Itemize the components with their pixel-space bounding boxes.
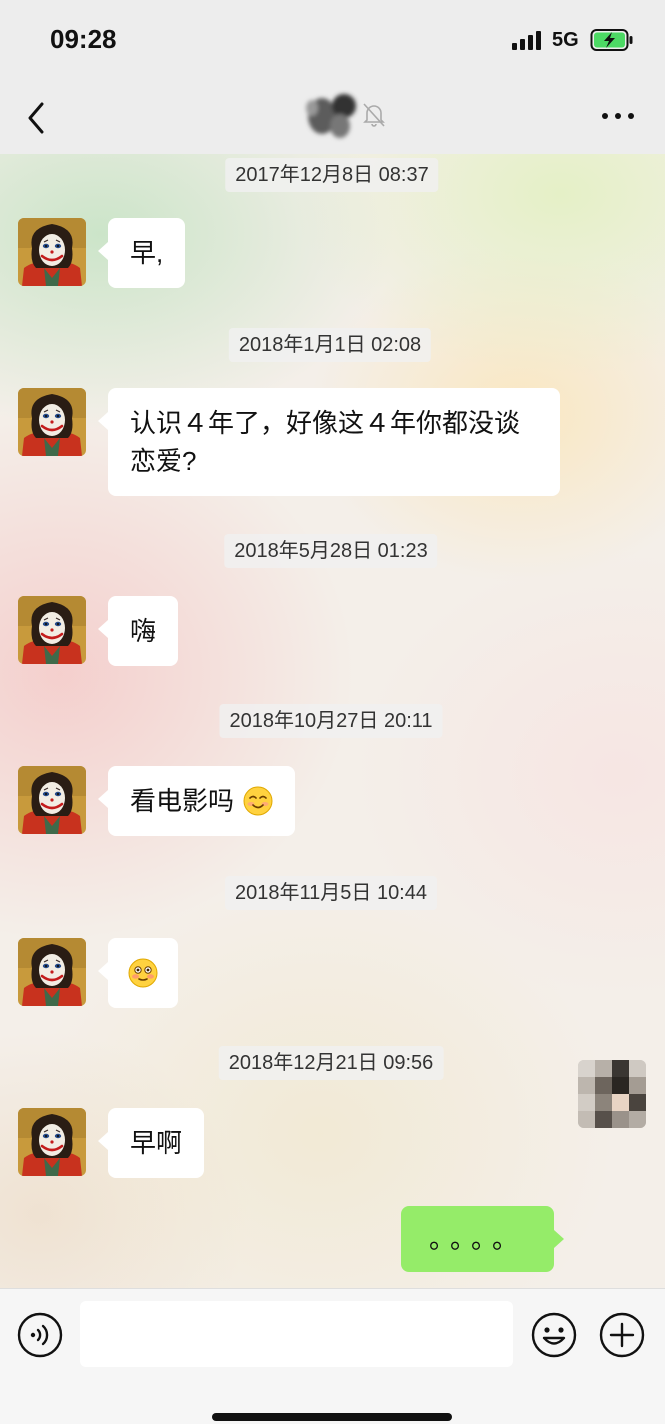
- contact-avatar[interactable]: [18, 766, 86, 834]
- network-label: 5G: [552, 29, 579, 51]
- status-time: 09:28: [50, 24, 117, 54]
- message-bubble[interactable]: [98, 938, 178, 1008]
- message-bubble[interactable]: 早,: [97, 218, 186, 288]
- message-bubble[interactable]: 早啊: [97, 1108, 205, 1178]
- message-text-line: 恋爱?: [130, 446, 197, 476]
- message-text: 看电影吗: [130, 786, 235, 816]
- message-timestamp: 2018年11月5日 10:44: [225, 876, 437, 910]
- smiling-face-icon: [243, 786, 273, 816]
- contact-name-redacted: [306, 94, 356, 138]
- home-indicator: [212, 1413, 452, 1421]
- message-bubble[interactable]: 嗨: [97, 596, 179, 666]
- signal-icon: [512, 31, 541, 50]
- chat-header: [0, 80, 665, 154]
- message-timestamp: 2018年10月27日 20:11: [219, 704, 443, 738]
- message-timestamp: 2018年5月28日 01:23: [224, 534, 438, 568]
- message-timestamp: 2018年1月1日 02:08: [228, 328, 432, 362]
- back-icon[interactable]: [22, 98, 52, 138]
- contact-avatar[interactable]: [18, 596, 86, 664]
- contact-avatar[interactable]: [18, 388, 86, 456]
- my-avatar[interactable]: [578, 1060, 646, 1128]
- contact-avatar[interactable]: [18, 938, 86, 1006]
- chat-area[interactable]: 2017年12月8日 08:37 早, 2018年1月1日 02:08 认识４年…: [0, 154, 665, 1288]
- status-bar: 09:28 5G: [0, 0, 665, 80]
- flushed-face-icon: [128, 958, 158, 988]
- message-bubble[interactable]: 看电影吗: [97, 766, 296, 836]
- input-bar: [0, 1288, 665, 1424]
- message-text-line: 认识４年了，好像这４年你都没谈: [130, 408, 521, 438]
- plus-icon[interactable]: [598, 1311, 646, 1359]
- message-input[interactable]: [80, 1301, 513, 1367]
- message-timestamp: 2018年12月21日 09:56: [218, 1046, 444, 1080]
- emoji-icon[interactable]: [530, 1311, 578, 1359]
- contact-avatar[interactable]: [18, 1108, 86, 1176]
- battery-charging-icon: [590, 29, 633, 51]
- message-timestamp: 2017年12月8日 08:37: [225, 158, 439, 192]
- message-text: 早啊: [130, 1128, 183, 1158]
- message-text: 嗨: [130, 616, 157, 646]
- message-bubble[interactable]: 认识４年了，好像这４年你都没谈 恋爱?: [98, 388, 560, 496]
- mute-icon: [363, 103, 385, 127]
- message-text: 早,: [130, 238, 164, 268]
- my-message-bubble[interactable]: 。。。。: [400, 1206, 565, 1272]
- my-message-text: 。。。。: [428, 1224, 526, 1254]
- voice-icon[interactable]: [16, 1311, 64, 1359]
- contact-avatar[interactable]: [18, 218, 86, 286]
- more-icon[interactable]: [600, 106, 636, 126]
